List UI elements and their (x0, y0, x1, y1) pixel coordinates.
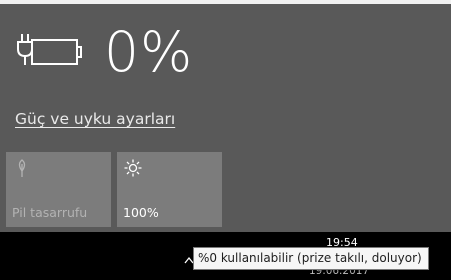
battery-percentage: 0% (104, 20, 194, 84)
battery-flyout: 0% Güç ve uyku ayarları Pil tasarrufu 10… (0, 0, 451, 232)
brightness-tile[interactable]: 100% (117, 152, 222, 227)
power-sleep-settings-link[interactable]: Güç ve uyku ayarları (15, 110, 175, 128)
brightness-label: 100% (123, 205, 159, 220)
battery-saver-label: Pil tasarrufu (12, 205, 88, 220)
leaf-icon (18, 159, 26, 177)
battery-tooltip: %0 kullanılabilir (prize takılı, doluyor… (193, 247, 429, 270)
battery-plugged-icon (17, 34, 82, 65)
flyout-top-edge (0, 0, 451, 4)
battery-saver-tile[interactable]: Pil tasarrufu (6, 152, 111, 227)
brightness-icon (124, 159, 142, 177)
